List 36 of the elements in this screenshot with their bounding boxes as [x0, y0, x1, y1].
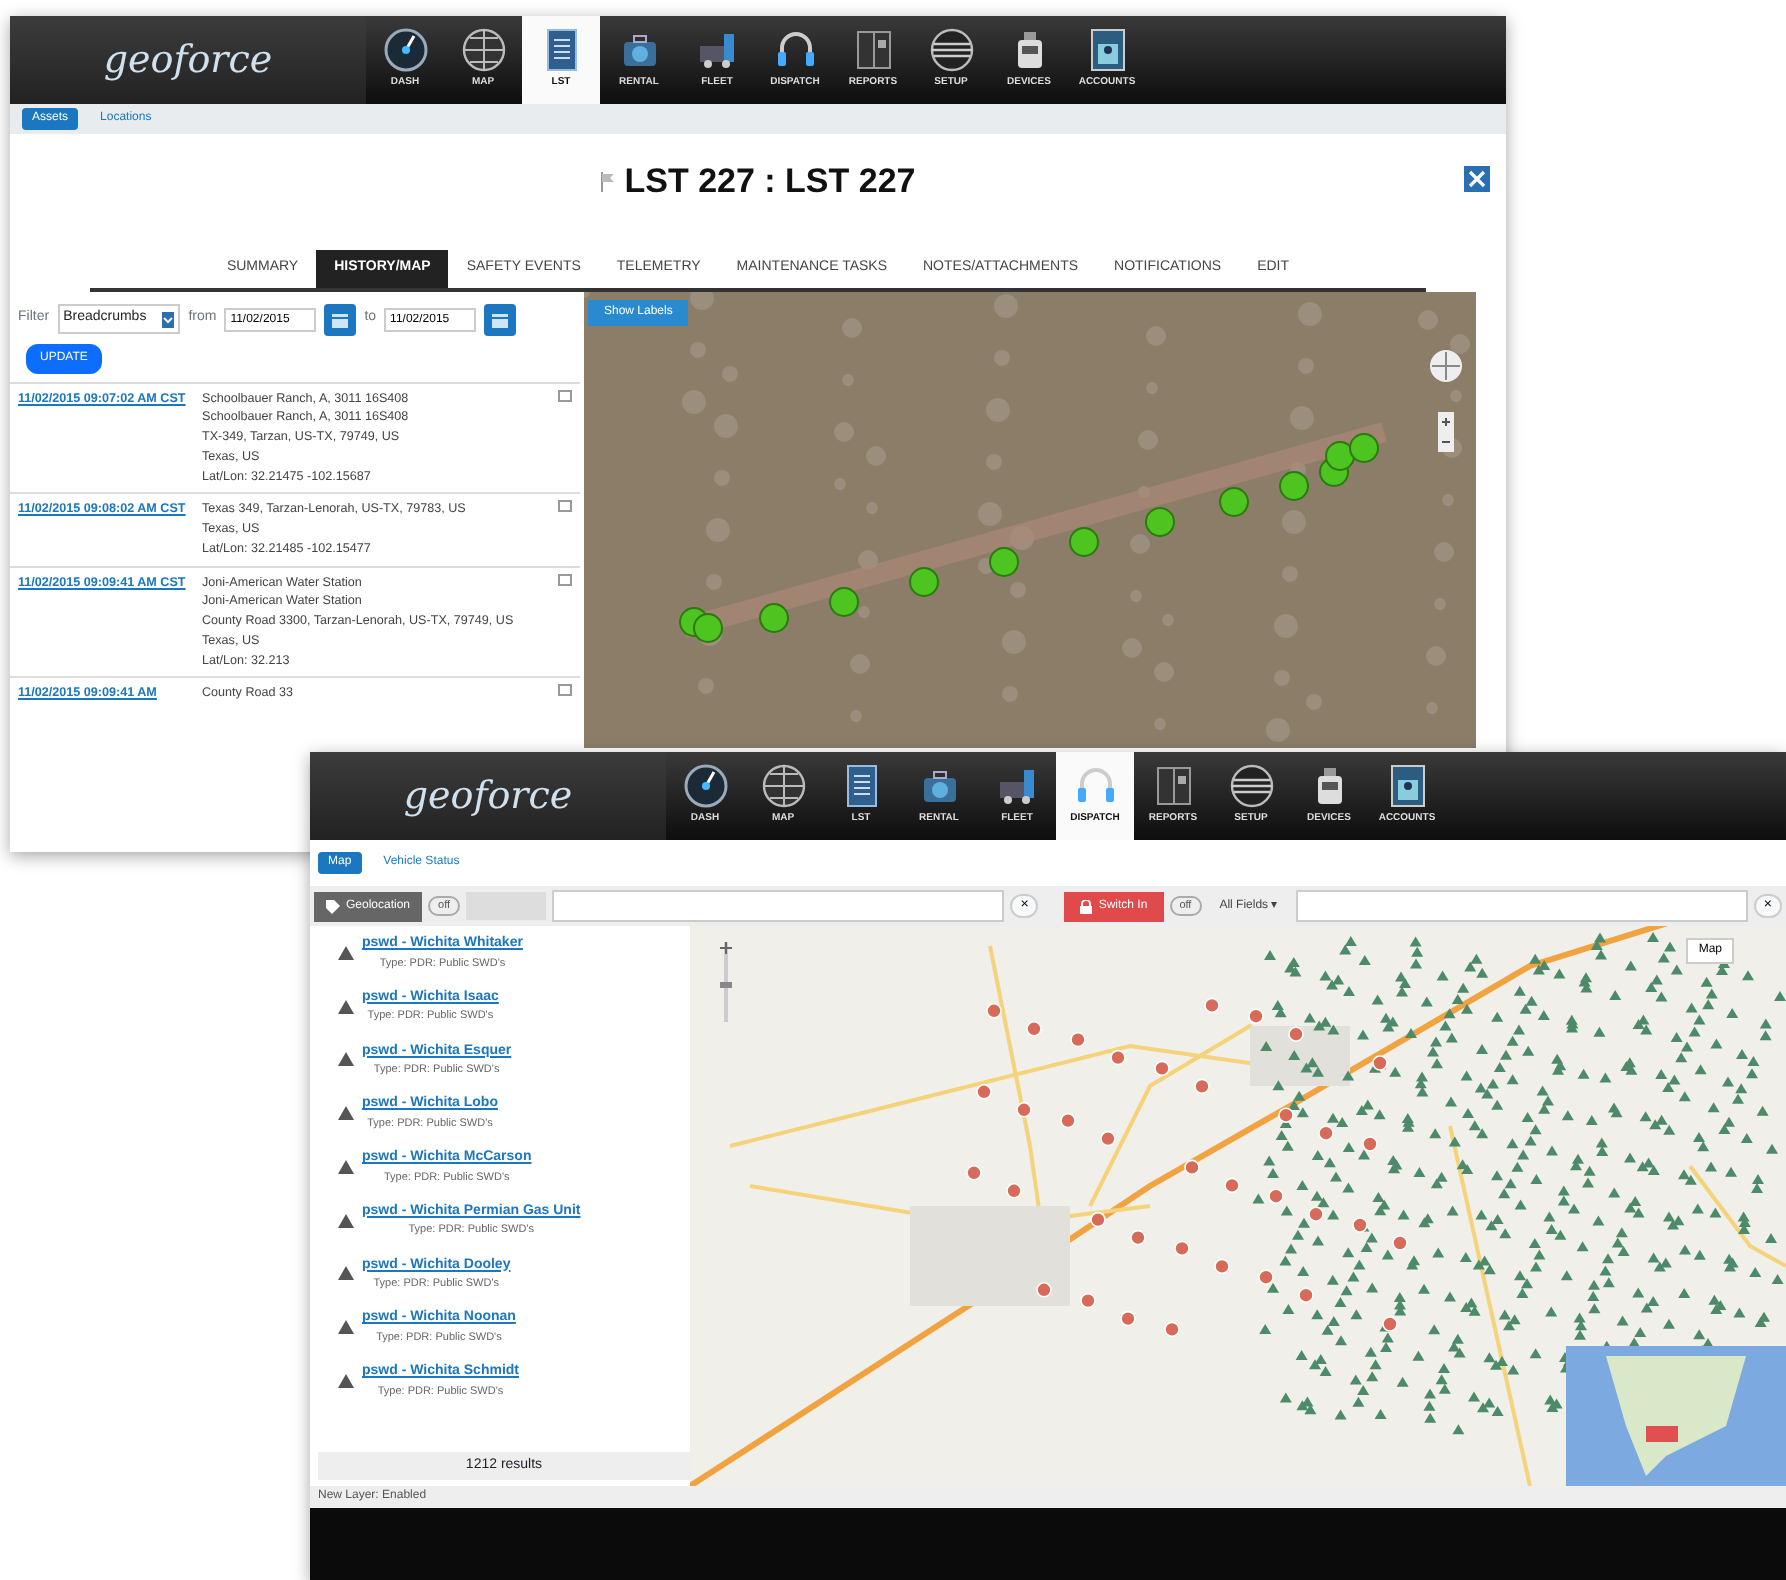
- id-card-icon: [1085, 28, 1129, 73]
- triangle-icon: [338, 1266, 354, 1281]
- zoom-control-icon[interactable]: [1438, 411, 1454, 451]
- truck-icon: [995, 764, 1039, 809]
- zoom-slider-icon[interactable]: [718, 942, 734, 1022]
- triangle-icon: [338, 945, 354, 960]
- triangle-icon: [338, 1213, 354, 1228]
- logo-text: geoforce: [103, 35, 273, 86]
- binder-icon: [851, 28, 895, 73]
- tag-icon: [326, 899, 340, 913]
- gauge-icon: [683, 764, 727, 809]
- search-field[interactable]: [552, 890, 1005, 922]
- triangle-icon: [338, 1373, 354, 1388]
- gauge-icon: [383, 28, 427, 73]
- triangle-icon: [338, 1106, 354, 1121]
- triangle-icon: [338, 1052, 354, 1067]
- logo-text: geoforce: [403, 771, 573, 822]
- striped-circle-icon: [929, 28, 973, 73]
- calendar-icon[interactable]: [324, 303, 357, 335]
- pan-control-icon[interactable]: [1428, 347, 1464, 383]
- dropdown-icon: [162, 311, 175, 327]
- close-icon[interactable]: [1464, 166, 1490, 192]
- triangle-icon: [338, 1320, 354, 1335]
- globe-icon: [461, 28, 505, 73]
- striped-circle-icon: [1229, 764, 1273, 809]
- flag-icon: [600, 172, 617, 192]
- globe-icon: [761, 764, 805, 809]
- calendar-icon[interactable]: [484, 303, 517, 335]
- record-title: LST 227 : LST 227: [624, 160, 916, 205]
- search-field[interactable]: [1295, 890, 1748, 922]
- truck-icon: [695, 28, 739, 73]
- lock-icon: [1080, 899, 1093, 913]
- binder-icon: [1151, 764, 1195, 809]
- id-card-icon: [1385, 764, 1429, 809]
- triangle-icon: [338, 1159, 354, 1174]
- triangle-icon: [338, 999, 354, 1014]
